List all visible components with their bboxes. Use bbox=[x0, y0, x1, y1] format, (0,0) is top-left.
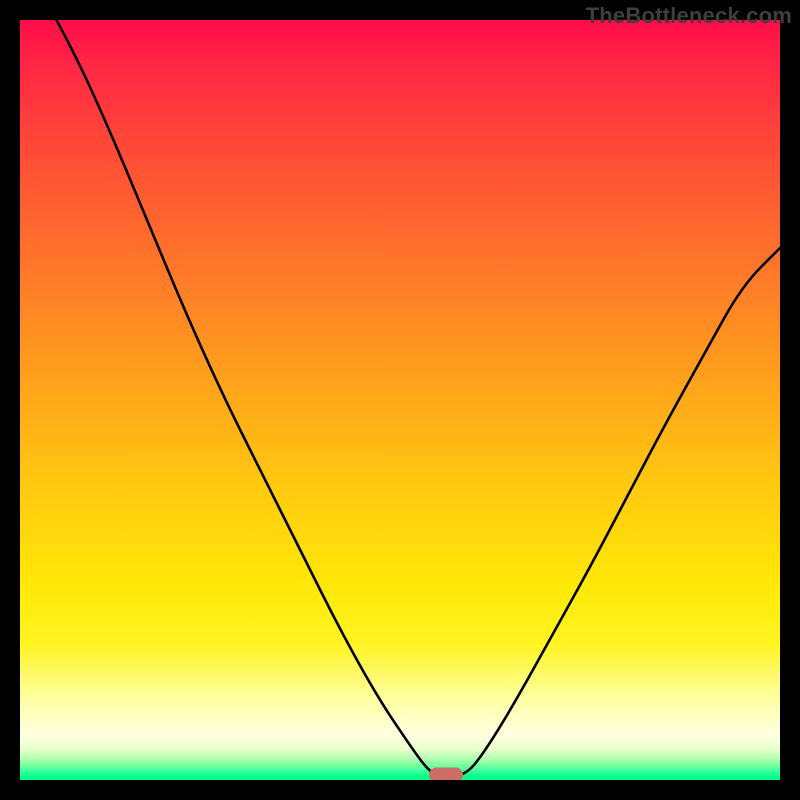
plot-area bbox=[20, 20, 780, 780]
bottleneck-curve bbox=[20, 20, 780, 780]
watermark-text: TheBottleneck.com bbox=[586, 3, 792, 29]
optimal-marker bbox=[429, 768, 463, 780]
chart-frame: TheBottleneck.com bbox=[0, 0, 800, 800]
